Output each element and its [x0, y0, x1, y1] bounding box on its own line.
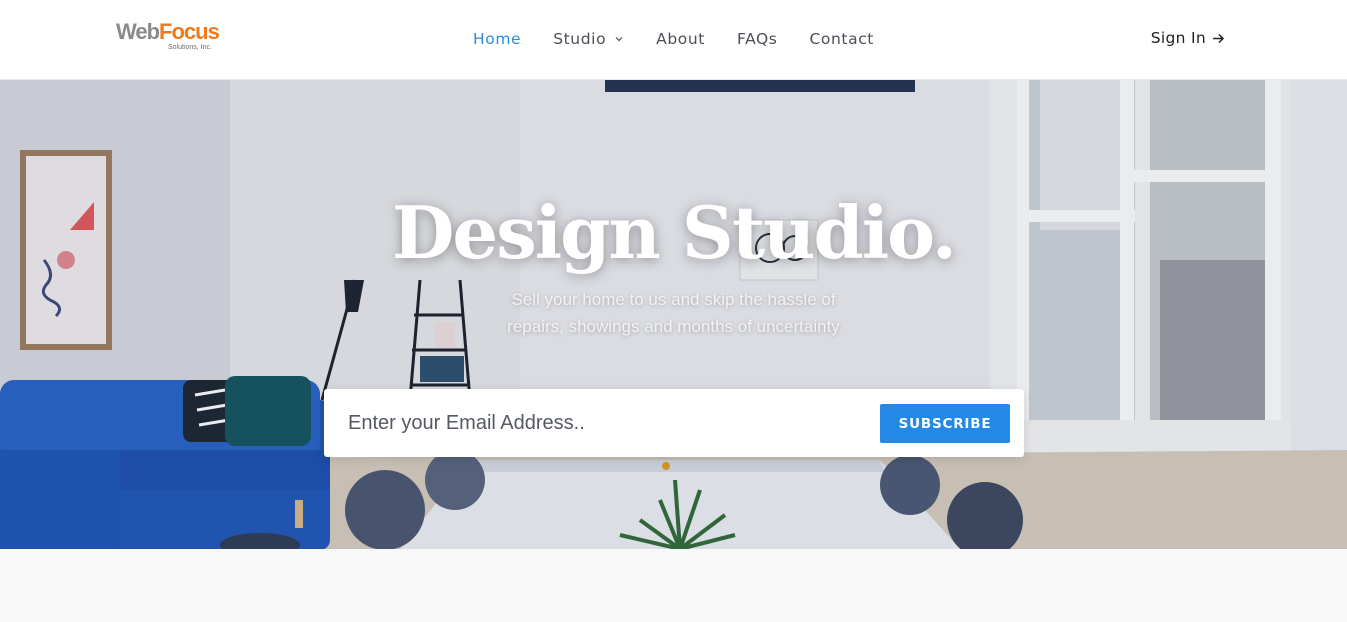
nav-item-studio[interactable]: Studio: [553, 30, 624, 48]
nav-item-label: About: [656, 30, 705, 48]
subscribe-button[interactable]: SUBSCRIBE: [880, 404, 1010, 443]
logo-word-web: Web: [116, 19, 160, 44]
nav-item-label: Studio: [553, 30, 607, 48]
site-header: WebFocus Solutions, Inc. Home Studio Abo…: [0, 0, 1347, 80]
hero-title: Design Studio.: [391, 190, 957, 275]
hero-subtitle-line-1: Sell your home to us and skip the hassle…: [511, 290, 836, 309]
nav-item-label: Home: [473, 30, 522, 48]
hero-subtitle-line-2: repairs, showings and months of uncertai…: [507, 317, 840, 336]
nav-item-about[interactable]: About: [656, 30, 705, 48]
subscribe-form: SUBSCRIBE: [324, 389, 1024, 457]
logo-tagline: Solutions, Inc.: [168, 44, 212, 51]
page-content-area: [0, 549, 1347, 622]
hero-subtitle: Sell your home to us and skip the hassle…: [0, 286, 1347, 340]
email-input[interactable]: [338, 401, 888, 445]
webfocus-logo[interactable]: WebFocus Solutions, Inc.: [116, 18, 220, 56]
nav-item-label: FAQs: [736, 30, 778, 48]
main-nav: Home Studio About FAQs Contact: [473, 28, 906, 50]
sign-in-label: Sign In: [1150, 29, 1206, 47]
arrow-right-icon: [1213, 33, 1225, 43]
hero-section: Design Studio. Sell your home to us and …: [0, 80, 1347, 549]
nav-item-contact[interactable]: Contact: [809, 30, 874, 48]
nav-item-faqs[interactable]: FAQs: [737, 30, 778, 48]
nav-item-home[interactable]: Home: [473, 30, 521, 48]
sign-in-link[interactable]: Sign In: [1151, 29, 1225, 47]
nav-item-label: Contact: [809, 30, 874, 48]
logo-word-focus: Focus: [159, 19, 220, 44]
chevron-down-icon: [615, 37, 623, 42]
